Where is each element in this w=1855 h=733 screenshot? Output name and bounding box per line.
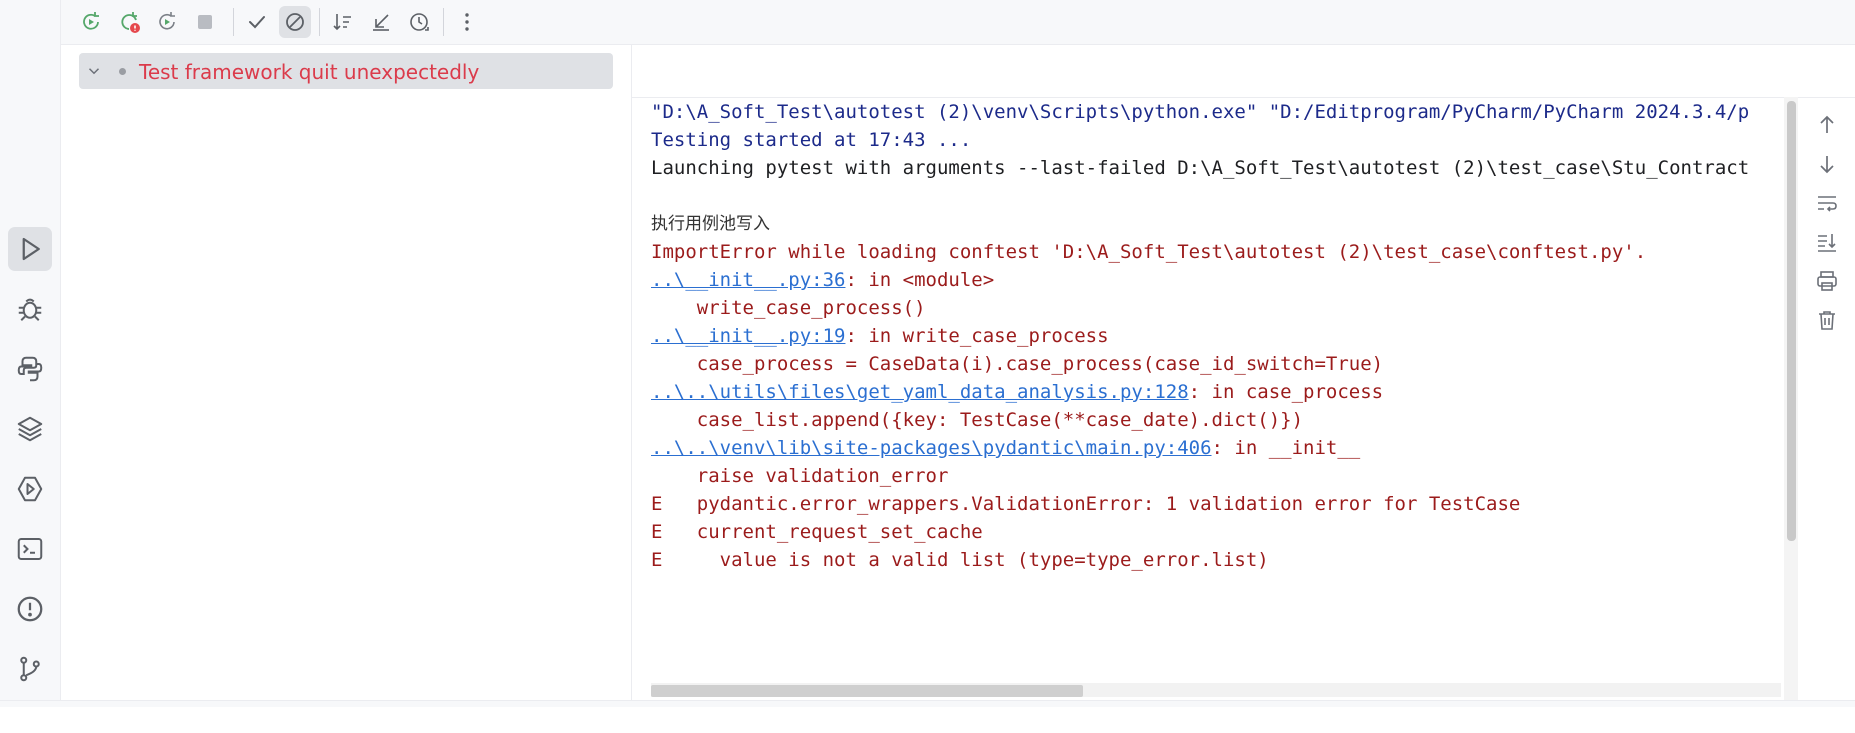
print-icon (1817, 271, 1837, 291)
tree-item-label: Test framework quit unexpectedly (139, 60, 480, 84)
arrow-up-icon (1820, 115, 1834, 133)
stack-trace-context: : in write_case_process (845, 325, 1109, 347)
console-line: Launching pytest with arguments --last-f… (651, 157, 1750, 179)
services-icon (17, 476, 43, 502)
python-console-icon (17, 356, 43, 382)
console-line: case_process = CaseData(i).case_process(… (651, 353, 1384, 375)
rerun-failed-button[interactable] (113, 6, 145, 38)
print-button[interactable] (1813, 267, 1841, 295)
sort-button[interactable] (327, 6, 359, 38)
scroll-up-button[interactable] (1813, 111, 1841, 139)
show-ignored-button[interactable] (279, 6, 311, 38)
show-passed-button[interactable] (241, 6, 273, 38)
vertical-scrollbar-thumb[interactable] (1787, 101, 1796, 541)
problems-tool-button[interactable] (8, 587, 52, 631)
console-line: ..\..\utils\files\get_yaml_data_analysis… (651, 378, 1383, 406)
toggle-auto-test-icon (159, 12, 175, 30)
console-line: write_case_process() (651, 297, 926, 319)
debug-icon (18, 298, 42, 321)
console-line: ImportError while loading conftest 'D:\A… (651, 241, 1647, 263)
stop-button[interactable] (189, 6, 221, 38)
chevron-down-icon[interactable] (85, 62, 103, 80)
sort-icon (333, 14, 351, 31)
stack-trace-context: : in __init__ (1211, 437, 1361, 459)
console-header (632, 45, 1855, 98)
rerun-failed-icon (121, 12, 140, 33)
clear-all-button[interactable] (1813, 306, 1841, 334)
terminal-icon (17, 538, 43, 560)
layers-icon (17, 416, 43, 442)
stack-trace-link[interactable]: ..\..\venv\lib\site-packages\pydantic\ma… (651, 437, 1212, 459)
run-icon (22, 237, 40, 261)
console-line: ..\__init__.py:19: in write_case_process (651, 322, 1109, 350)
console-line: raise validation_error (651, 465, 949, 487)
layers-tool-button[interactable] (8, 407, 52, 451)
console-line: E pydantic.error_wrappers.ValidationErro… (651, 493, 1521, 515)
scroll-down-button[interactable] (1813, 150, 1841, 178)
status-dot-icon (119, 68, 126, 75)
terminal-tool-button[interactable] (8, 527, 52, 571)
arrow-down-icon (1820, 156, 1834, 174)
console-output[interactable]: "D:\A_Soft_Test\autotest (2)\venv\Script… (632, 98, 1802, 733)
collapse-all-icon (373, 14, 389, 31)
console-line: "D:\A_Soft_Test\autotest (2)\venv\Script… (651, 101, 1750, 123)
stack-trace-link[interactable]: ..\__init__.py:19 (651, 325, 845, 347)
trash-icon (1819, 311, 1835, 330)
stack-trace-context: : in <module> (845, 269, 995, 291)
console-line: ..\..\venv\lib\site-packages\pydantic\ma… (651, 434, 1360, 462)
toolbar-separator (233, 8, 234, 36)
scroll-to-end-icon (1818, 234, 1836, 252)
stack-trace-link[interactable]: ..\..\utils\files\get_yaml_data_analysis… (651, 381, 1189, 403)
rerun-button[interactable] (75, 6, 107, 38)
python-console-tool-button[interactable] (8, 347, 52, 391)
horizontal-scrollbar-thumb[interactable] (651, 685, 1083, 697)
console-line: E current_request_set_cache (651, 521, 983, 543)
console-line: E value is not a valid list (type=type_e… (651, 549, 1269, 571)
console-panel: "D:\A_Soft_Test\autotest (2)\venv\Script… (632, 45, 1855, 707)
rerun-icon (83, 12, 99, 30)
history-icon (410, 13, 429, 31)
toolbar-separator (443, 8, 444, 36)
services-tool-button[interactable] (8, 467, 52, 511)
toolbar-separator (319, 8, 320, 36)
problems-icon (17, 596, 43, 622)
stop-icon (198, 15, 212, 29)
history-button[interactable] (403, 6, 435, 38)
stack-trace-context: : in case_process (1188, 381, 1384, 403)
debug-tool-button[interactable] (8, 287, 52, 331)
collapse-all-button[interactable] (365, 6, 397, 38)
console-line: 执行用例池写入 (651, 214, 770, 234)
more-options-button[interactable] (451, 6, 483, 38)
soft-wrap-button[interactable] (1813, 189, 1841, 217)
run-tool-button[interactable] (8, 227, 52, 271)
console-side-actions (1799, 97, 1855, 707)
console-line: Testing started at 17:43 ... (651, 129, 972, 151)
show-passed-icon (249, 16, 265, 29)
git-tool-button[interactable] (8, 647, 52, 691)
stack-trace-link[interactable]: ..\__init__.py:36 (651, 269, 845, 291)
console-line: case_list.append({key: TestCase(**case_d… (651, 409, 1304, 431)
scroll-to-end-button[interactable] (1813, 228, 1841, 256)
toggle-auto-test-button[interactable] (151, 6, 183, 38)
tree-item-test-framework[interactable]: Test framework quit unexpectedly (79, 53, 613, 89)
show-ignored-icon (286, 13, 304, 31)
console-line: ..\__init__.py:36: in <module> (651, 266, 994, 294)
test-results-tree: Test framework quit unexpectedly (61, 45, 632, 707)
tool-window-strip (0, 0, 61, 707)
status-bar-edge (0, 700, 1855, 707)
soft-wrap-icon (1818, 196, 1837, 212)
test-runner-toolbar (61, 0, 1855, 45)
more-options-icon (465, 13, 469, 31)
git-icon (20, 656, 40, 682)
